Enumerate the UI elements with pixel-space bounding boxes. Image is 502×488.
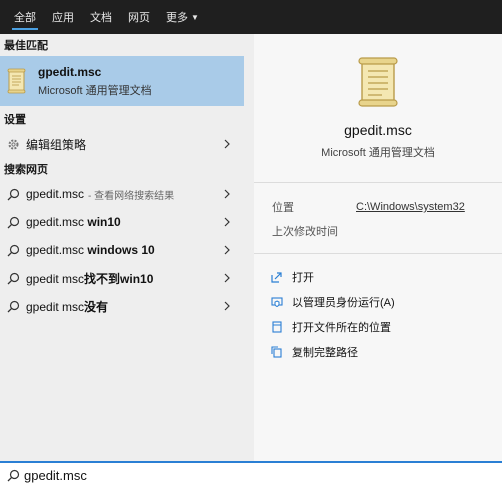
web-result-bold: win10 xyxy=(87,215,121,229)
caret-down-icon: ▼ xyxy=(191,12,199,22)
scroll-document-icon xyxy=(358,57,398,107)
scroll-document-icon xyxy=(7,68,26,94)
web-result-item[interactable]: gpedit.msc win10 xyxy=(0,208,244,236)
action-label: 复制完整路径 xyxy=(292,346,358,359)
tab-more[interactable]: 更多 ▼ xyxy=(158,0,207,34)
web-result-bold: 没有 xyxy=(84,299,109,314)
tab-apps[interactable]: 应用 xyxy=(44,0,82,34)
modified-label: 上次修改时间 xyxy=(272,226,338,238)
best-match-item[interactable]: gpedit.msc Microsoft 通用管理文档 xyxy=(0,56,244,106)
tab-documents[interactable]: 文档 xyxy=(82,0,120,34)
tab-label: 文档 xyxy=(90,12,112,24)
settings-item-edit-group-policy[interactable]: 编辑组策略 xyxy=(0,130,244,158)
tab-label: 应用 xyxy=(52,12,74,24)
gear-icon xyxy=(6,137,20,151)
preview-title: gpedit.msc xyxy=(344,122,412,138)
file-properties: 位置 C:\Windows\system32 上次修改时间 xyxy=(254,183,502,243)
web-result-item[interactable]: gpedit msc找不到win10 xyxy=(0,264,244,292)
action-label: 以管理员身份运行(A) xyxy=(292,296,395,309)
chevron-right-icon[interactable] xyxy=(220,215,234,229)
best-match-subtitle: Microsoft 通用管理文档 xyxy=(38,84,152,97)
search-icon xyxy=(6,469,20,483)
open-icon xyxy=(270,270,284,284)
web-result-text: gpedit.msc xyxy=(26,215,88,229)
tab-all[interactable]: 全部 xyxy=(6,0,44,34)
file-location-icon xyxy=(270,320,284,334)
settings-item-label: 编辑组策略 xyxy=(26,137,87,152)
copy-icon xyxy=(270,345,284,359)
open-file-location-action[interactable]: 打开文件所在的位置 xyxy=(270,314,486,339)
settings-header: 设置 xyxy=(4,114,26,126)
location-row: 位置 C:\Windows\system32 xyxy=(272,195,486,219)
preview-subtitle: Microsoft 通用管理文档 xyxy=(321,147,435,159)
chevron-right-icon[interactable] xyxy=(220,271,234,285)
preview-panel: gpedit.msc Microsoft 通用管理文档 位置 C:\Window… xyxy=(254,34,502,461)
web-result-item[interactable]: gpedit.msc windows 10 xyxy=(0,236,244,264)
search-icon xyxy=(6,299,20,313)
web-result-text: gpedit msc xyxy=(26,271,85,286)
web-result-bold: 找不到win10 xyxy=(84,271,154,286)
tab-label: 更多 xyxy=(166,12,188,24)
tab-label: 全部 xyxy=(14,12,36,24)
tab-label: 网页 xyxy=(128,12,150,24)
tab-web[interactable]: 网页 xyxy=(120,0,158,34)
search-input[interactable] xyxy=(24,468,324,483)
preview-header: gpedit.msc Microsoft 通用管理文档 xyxy=(254,34,502,174)
chevron-right-icon[interactable] xyxy=(220,243,234,257)
search-icon xyxy=(6,243,20,257)
action-label: 打开 xyxy=(292,271,314,284)
web-result-label: gpedit.msc win10 xyxy=(26,215,121,229)
best-match-title: gpedit.msc xyxy=(38,64,102,79)
action-label: 打开文件所在的位置 xyxy=(292,321,391,334)
search-icon xyxy=(6,215,20,229)
web-result-item[interactable]: gpedit msc没有 xyxy=(0,292,244,320)
chevron-right-icon[interactable] xyxy=(220,299,234,313)
web-search-header: 搜索网页 xyxy=(4,164,48,176)
results-panel: 最佳匹配 gpedit.msc Microsoft 通用管理文档 设置 编辑组策… xyxy=(0,34,254,461)
web-result-text: gpedit.msc xyxy=(26,187,85,201)
web-result-text: gpedit.msc xyxy=(26,243,88,257)
web-result-text: gpedit msc xyxy=(26,299,85,314)
open-action[interactable]: 打开 xyxy=(270,264,486,289)
search-icon xyxy=(6,271,20,285)
run-as-admin-action[interactable]: 以管理员身份运行(A) xyxy=(270,289,486,314)
web-result-label: gpedit.msc xyxy=(26,187,84,201)
web-result-label: gpedit msc找不到win10 xyxy=(26,270,153,287)
web-result-label: gpedit.msc windows 10 xyxy=(26,243,155,257)
shield-icon xyxy=(270,295,284,309)
chevron-right-icon[interactable] xyxy=(220,187,234,201)
action-list: 打开 以管理员身份运行(A) 打开文件所在的位置 复制完整路径 xyxy=(254,254,502,364)
search-bar xyxy=(0,461,502,488)
web-result-hint: - 查看网络搜索结果 xyxy=(88,190,175,202)
location-link[interactable]: C:\Windows\system32 xyxy=(356,201,465,213)
web-result-item[interactable]: gpedit.msc - 查看网络搜索结果 xyxy=(0,180,244,208)
copy-full-path-action[interactable]: 复制完整路径 xyxy=(270,339,486,364)
web-result-bold: windows 10 xyxy=(87,243,155,257)
best-match-header: 最佳匹配 xyxy=(4,40,48,52)
search-scope-tabs: 全部 应用 文档 网页 更多 ▼ xyxy=(0,0,502,34)
location-label: 位置 xyxy=(272,202,294,214)
search-icon xyxy=(6,187,20,201)
modified-row: 上次修改时间 xyxy=(272,219,486,243)
web-result-label: gpedit msc没有 xyxy=(26,298,108,315)
chevron-right-icon[interactable] xyxy=(220,137,234,151)
